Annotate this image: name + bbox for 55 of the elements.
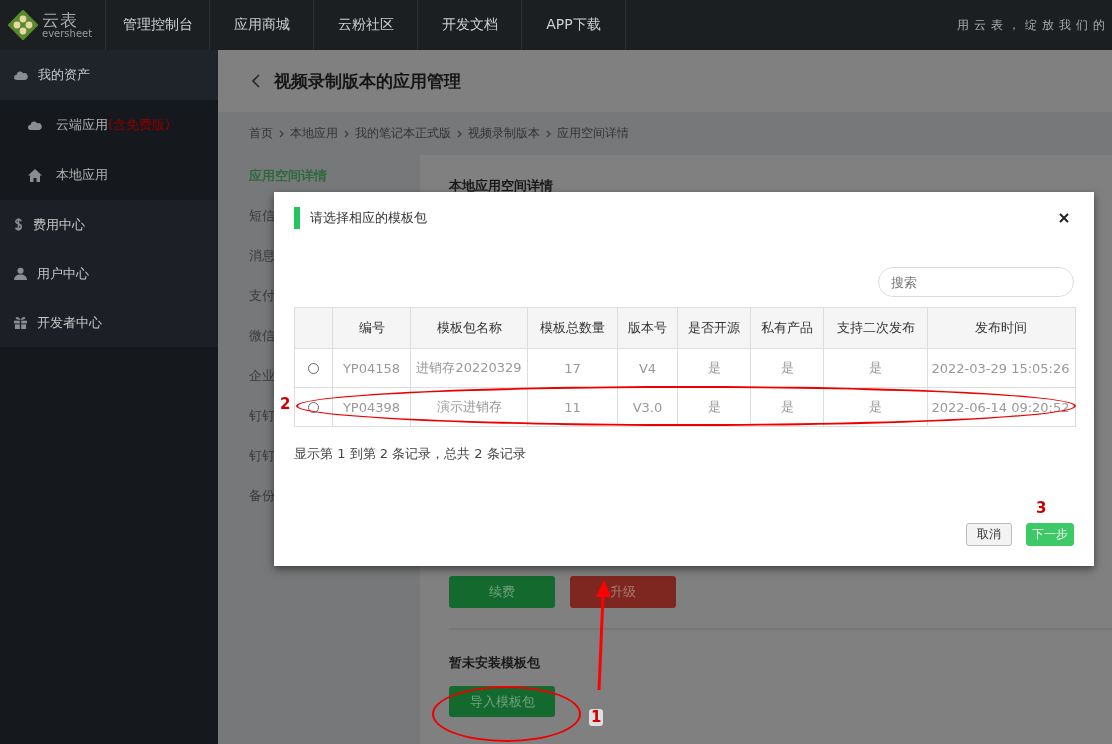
table-cell: 是 [823,349,927,387]
breadcrumb-link[interactable]: 本地应用 [290,125,338,142]
table-header-cell: 模板包名称 [410,308,527,348]
breadcrumb-link[interactable]: 首页 [249,125,273,142]
table-header-cell: 私有产品 [750,308,823,348]
table-cell: 进销存20220329 [410,349,527,387]
section-title: 暂未安装模板包 [449,654,541,672]
sidebar-item[interactable]: 费用中心 [0,200,218,249]
dollar-icon [14,217,23,232]
table-cell: YP04158 [332,349,410,387]
table-header-cell: 发布时间 [927,308,1073,348]
accent-bar [294,207,300,229]
table-header-cell: 是否开源 [677,308,750,348]
home-icon [28,168,42,182]
sidebar-item[interactable]: 我的资产 [0,50,218,100]
modal-title: 请选择相应的模板包 [310,209,428,227]
table-cell: 是 [750,349,823,387]
close-icon[interactable] [1059,213,1069,223]
chevron-icon [546,129,551,138]
sidebar-item[interactable]: 开发者中心 [0,298,218,347]
search-field[interactable]: 搜索 [878,267,1074,297]
chevron-icon [457,129,462,138]
chevron-icon [344,129,349,138]
gift-icon [14,316,27,329]
logo-text: 云表 [42,11,78,29]
next-button[interactable]: 下一步 [1026,523,1074,546]
cancel-button[interactable]: 取消 [966,523,1012,546]
cloud-icon [28,120,42,130]
table-cell: 是 [677,349,750,387]
sidebar-item[interactable]: 用户中心 [0,249,218,298]
logo-subtext: eversheet [42,28,93,39]
table-header-cell: 版本号 [617,308,677,348]
import-button[interactable]: 导入模板包 [449,686,555,717]
back-icon[interactable] [252,74,260,88]
step-number: 1 [589,709,604,726]
cloud-icon [14,70,28,80]
table-cell: 17 [527,349,617,387]
user-icon [14,267,27,280]
table-header-cell: 模板总数量 [527,308,617,348]
chevron-icon [279,129,284,138]
section-title: 本地应用空间详情 [449,177,554,195]
pagination-info: 显示第 1 到第 2 条记录，总共 2 条记录 [294,445,527,463]
table-header-cell: 编号 [332,308,410,348]
page-title: 视频录制版本的应用管理 [274,69,461,93]
sidebar-subitem[interactable]: 本地应用 [0,150,218,200]
action-button[interactable]: 续费 [449,576,555,608]
action-button[interactable]: 升级 [570,576,676,608]
breadcrumb-link[interactable]: 视频录制版本 [468,125,540,142]
breadcrumb-link[interactable]: 应用空间详情 [557,125,629,142]
slogan: 用云表，绽放我们的 [957,16,1111,34]
sidebar-subitem[interactable]: 云端应用(含免费版) [0,100,218,150]
table-cell: 2022-03-29 15:05:26 [927,349,1073,387]
table-header-cell: 支持二次发布 [823,308,927,348]
table-cell: V4 [617,349,677,387]
breadcrumb-link[interactable]: 我的笔记本正式版 [355,125,451,142]
